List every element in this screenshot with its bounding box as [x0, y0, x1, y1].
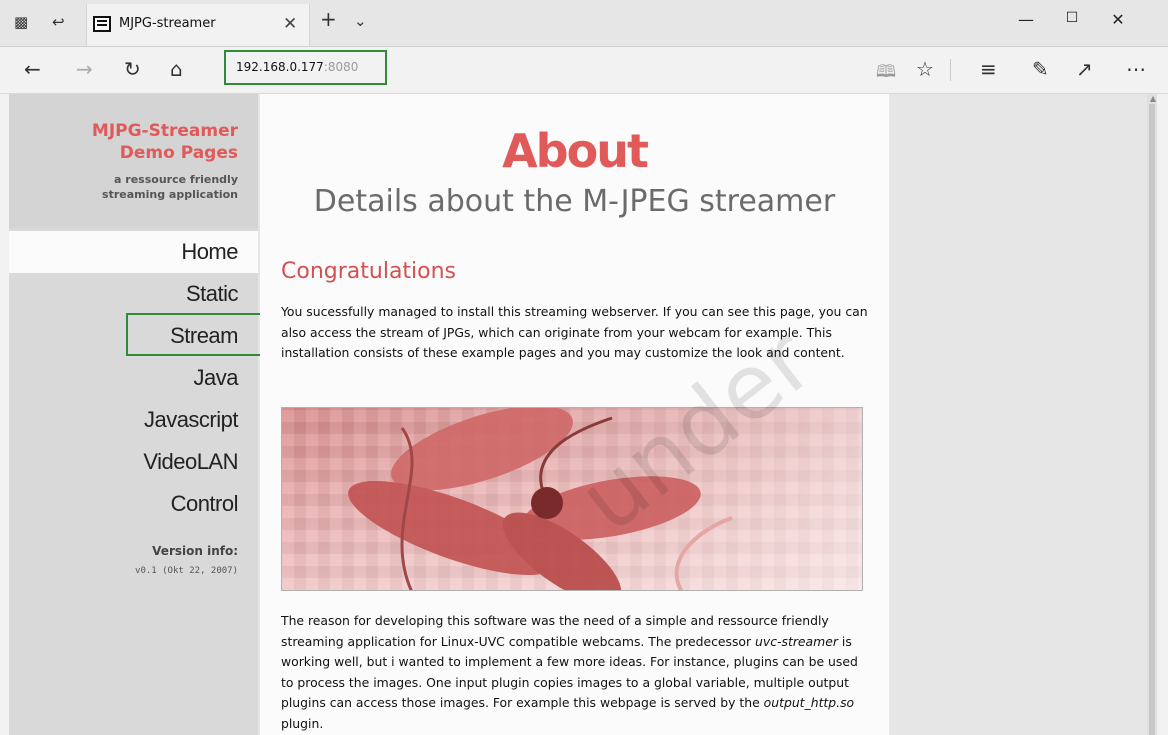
close-icon[interactable]: ✕	[1098, 10, 1138, 29]
maximize-icon[interactable]: ☐	[1052, 10, 1092, 26]
favorite-star-icon[interactable]: ☆	[916, 57, 934, 81]
sidebar-item-videolan[interactable]: VideoLAN	[9, 441, 258, 483]
section-heading: Congratulations	[281, 259, 457, 284]
refresh-icon[interactable]: ↻	[124, 57, 141, 81]
new-tab-icon[interactable]: +	[320, 9, 337, 29]
more-icon[interactable]: ⋯	[1126, 57, 1146, 81]
forward-icon[interactable]: →	[76, 57, 93, 81]
tab-title: MJPG-streamer	[119, 16, 216, 31]
page-title: About	[502, 124, 649, 178]
sidebar: MJPG-Streamer Demo Pages a ressource fri…	[9, 94, 258, 735]
address-port: :8080	[323, 60, 359, 74]
reason-text-a: The reason for developing this software …	[281, 613, 829, 649]
brand-title: MJPG-Streamer Demo Pages	[18, 120, 238, 164]
uvc-streamer-term: uvc-streamer	[755, 633, 838, 649]
address-bar[interactable]: 192.168.0.177:8080	[224, 50, 387, 85]
site-favicon-icon	[93, 16, 111, 32]
brand-title-line2: Demo Pages	[119, 143, 238, 163]
stream-highlight-box	[126, 313, 262, 356]
home-icon[interactable]: ⌂	[170, 57, 183, 81]
page-scrollbar[interactable]: ▲	[1147, 94, 1157, 735]
notes-icon[interactable]: ✎	[1032, 57, 1049, 81]
tab-strip: ▩ ↩ MJPG-streamer ✕ + ⌄ — ☐ ✕	[0, 0, 1168, 47]
sidebar-item-static[interactable]: Static	[9, 273, 258, 315]
scroll-up-icon[interactable]: ▲	[1150, 94, 1156, 103]
minimize-icon[interactable]: —	[1006, 10, 1046, 29]
output-http-term: output_http.so	[763, 695, 855, 710]
back-icon[interactable]: ←	[24, 57, 41, 81]
hub-icon[interactable]: ≡	[980, 57, 997, 81]
brand-sub-line2: streaming application	[102, 188, 238, 201]
sidebar-menu: Home Static Stream Java Javascript Video…	[9, 231, 258, 525]
navigation-bar: ← → ↻ ⌂ 192.168.0.177:8080 🕮 ☆ ≡ ✎ ↗ ⋯	[0, 47, 1168, 94]
page-viewport: MJPG-Streamer Demo Pages a ressource fri…	[9, 94, 1157, 735]
browser-tab[interactable]: MJPG-streamer ✕	[86, 4, 310, 46]
version-label: Version info:	[152, 544, 238, 558]
share-icon[interactable]: ↗	[1076, 57, 1093, 81]
brand-title-line1: MJPG-Streamer	[91, 121, 238, 141]
sidebar-item-javascript[interactable]: Javascript	[9, 399, 258, 441]
tab-actions-icon[interactable]: ▩	[14, 14, 28, 30]
page-subtitle: Details about the M-JPEG streamer	[313, 184, 836, 219]
reading-view-icon[interactable]: 🕮	[876, 59, 896, 88]
brand-sub-line1: a ressource friendly	[114, 173, 238, 186]
brand-subtitle: a ressource friendly streaming applicati…	[18, 172, 238, 202]
tabs-aside-icon[interactable]: ↩	[52, 14, 65, 30]
flower-illustration	[348, 408, 733, 590]
nav-divider	[950, 59, 951, 81]
address-host: 192.168.0.177	[236, 60, 324, 74]
sidebar-item-control[interactable]: Control	[9, 483, 258, 525]
sidebar-item-java[interactable]: Java	[9, 357, 258, 399]
sidebar-item-home[interactable]: Home	[9, 231, 258, 273]
tab-list-icon[interactable]: ⌄	[354, 13, 367, 29]
brand-block: MJPG-Streamer Demo Pages a ressource fri…	[9, 94, 258, 228]
reason-paragraph: The reason for developing this software …	[281, 611, 871, 734]
version-value: v0.1 (Okt 22, 2007)	[135, 566, 238, 576]
close-tab-icon[interactable]: ✕	[283, 14, 297, 34]
reason-text-c: plugin.	[281, 715, 324, 731]
scroll-thumb[interactable]	[1149, 104, 1155, 735]
